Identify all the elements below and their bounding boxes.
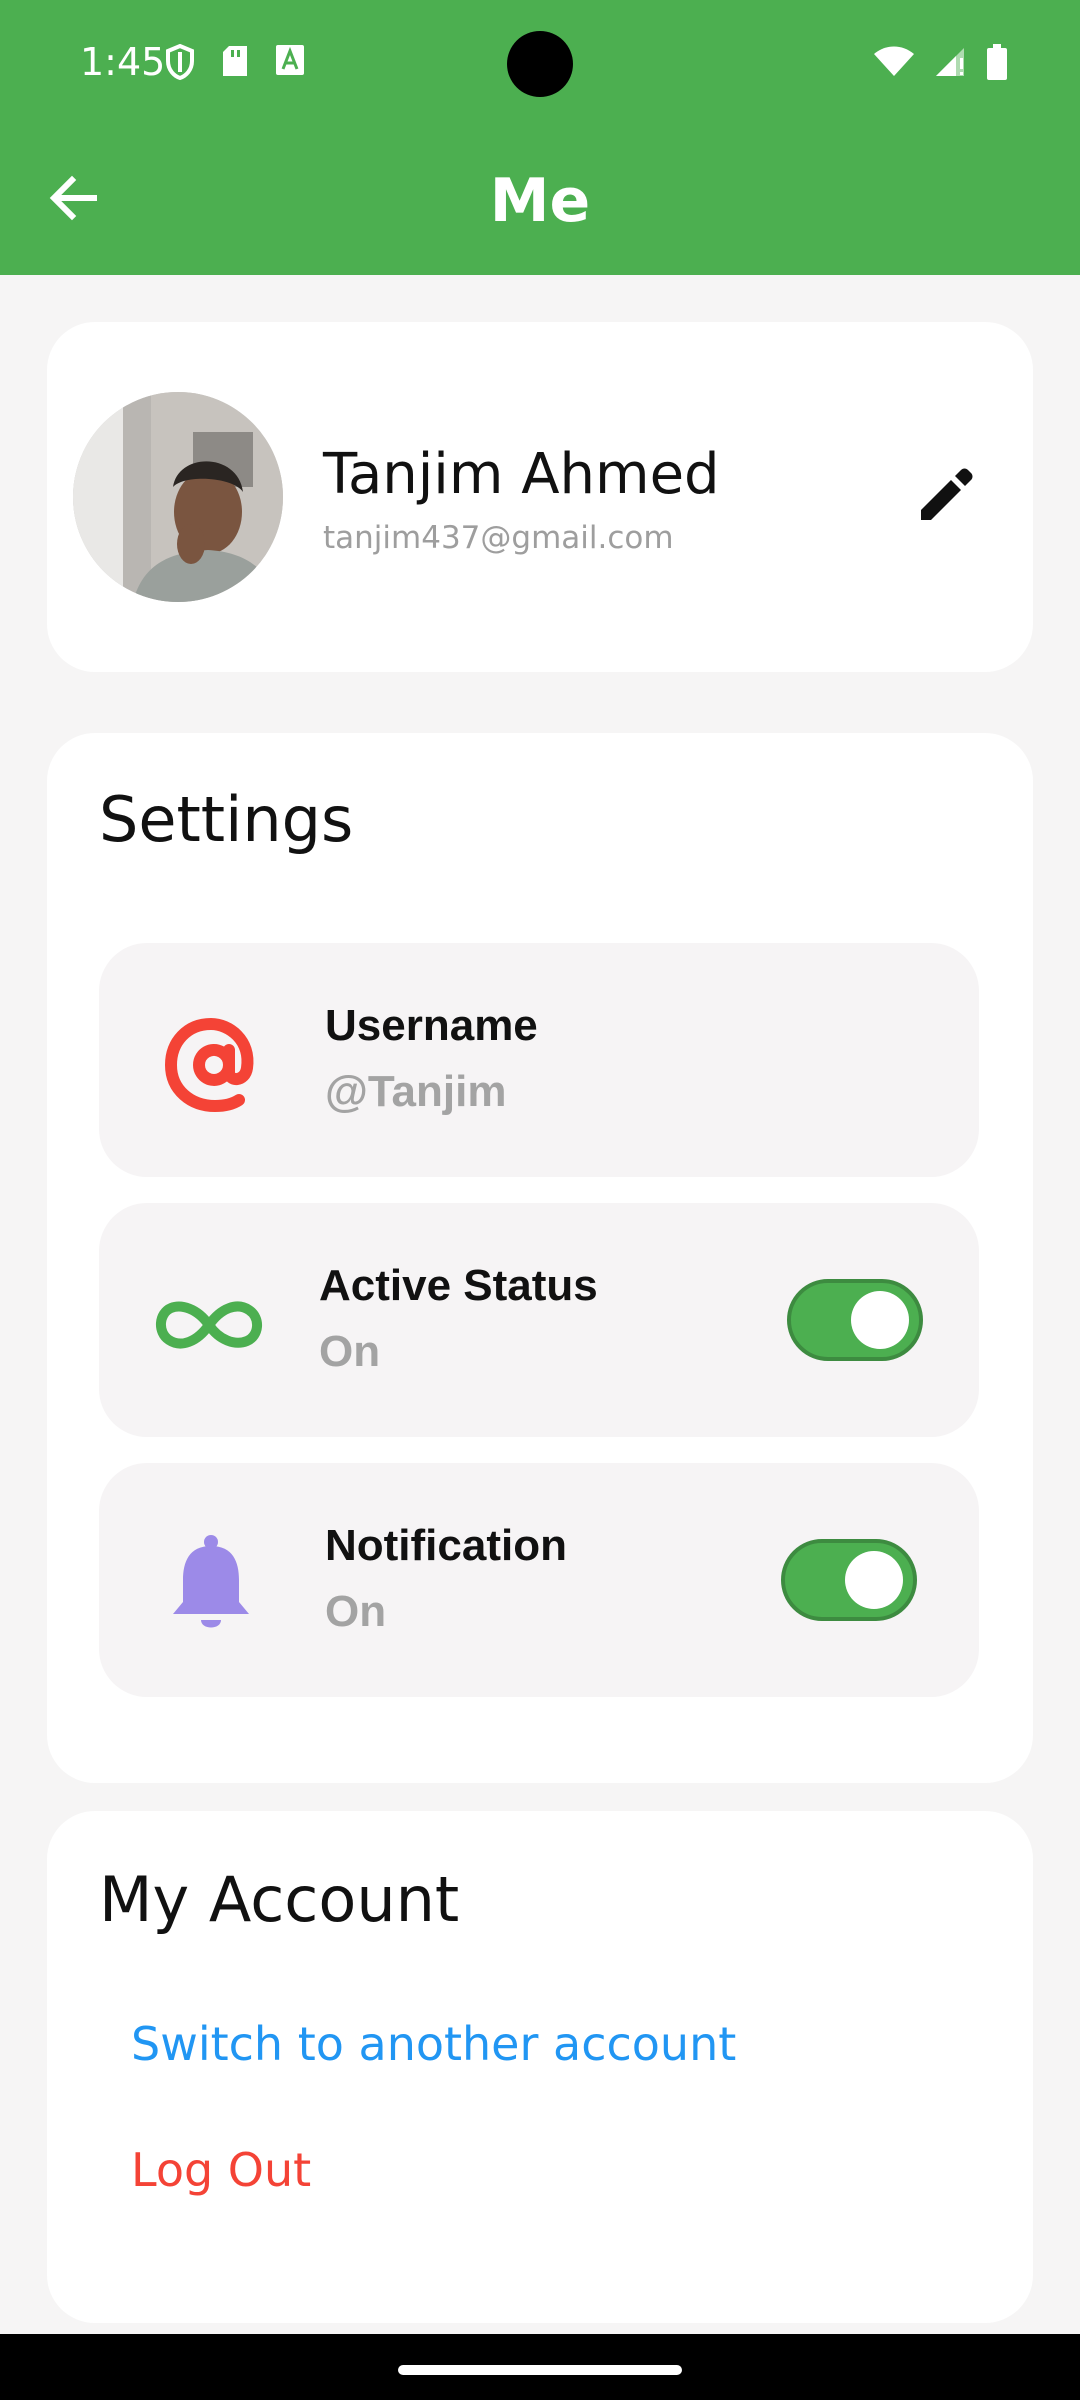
pencil-icon [921,468,973,520]
toggle-knob [845,1551,903,1609]
username-label: Username [325,1001,538,1050]
shield-icon [165,43,195,85]
status-time: 1:45 [80,40,166,84]
active-status-label: Active Status [319,1261,598,1310]
active-status-toggle[interactable] [787,1279,923,1361]
wifi-icon [874,46,914,83]
status-icons-left [165,43,305,85]
toggle-knob [851,1291,909,1349]
avatar[interactable] [73,392,283,602]
settings-card: Settings Username @Tanjim Active Status … [47,733,1033,1783]
setting-row-username[interactable]: Username @Tanjim [99,943,979,1177]
signal-icon [934,46,966,83]
profile-email: tanjim437@gmail.com [323,520,674,556]
battery-icon [986,44,1008,85]
font-icon [275,44,305,85]
edit-profile-button[interactable] [915,466,975,526]
profile-name: Tanjim Ahmed [323,442,720,507]
settings-title: Settings [99,783,354,856]
notification-value: On [325,1587,387,1636]
bell-icon [159,1530,269,1640]
home-gesture-handle[interactable] [398,2365,682,2375]
logout-link[interactable]: Log Out [131,2143,311,2197]
switch-account-link[interactable]: Switch to another account [131,2017,736,2071]
at-icon [159,1010,269,1120]
account-card: My Account Switch to another account Log… [47,1811,1033,2323]
setting-row-active-status[interactable]: Active Status On [99,1203,979,1437]
camera-cutout [507,31,573,97]
status-icons-right [874,44,1008,85]
account-title: My Account [99,1863,460,1936]
notification-toggle[interactable] [781,1539,917,1621]
sd-card-icon [221,44,249,85]
setting-row-notification[interactable]: Notification On [99,1463,979,1697]
page-title: Me [489,166,591,236]
notification-label: Notification [325,1521,567,1570]
active-status-value: On [319,1327,381,1376]
infinity-icon [147,1270,262,1380]
username-value: @Tanjim [325,1067,507,1116]
profile-card: Tanjim Ahmed tanjim437@gmail.com [47,322,1033,672]
app-bar: 1:45 Me [0,0,1080,275]
